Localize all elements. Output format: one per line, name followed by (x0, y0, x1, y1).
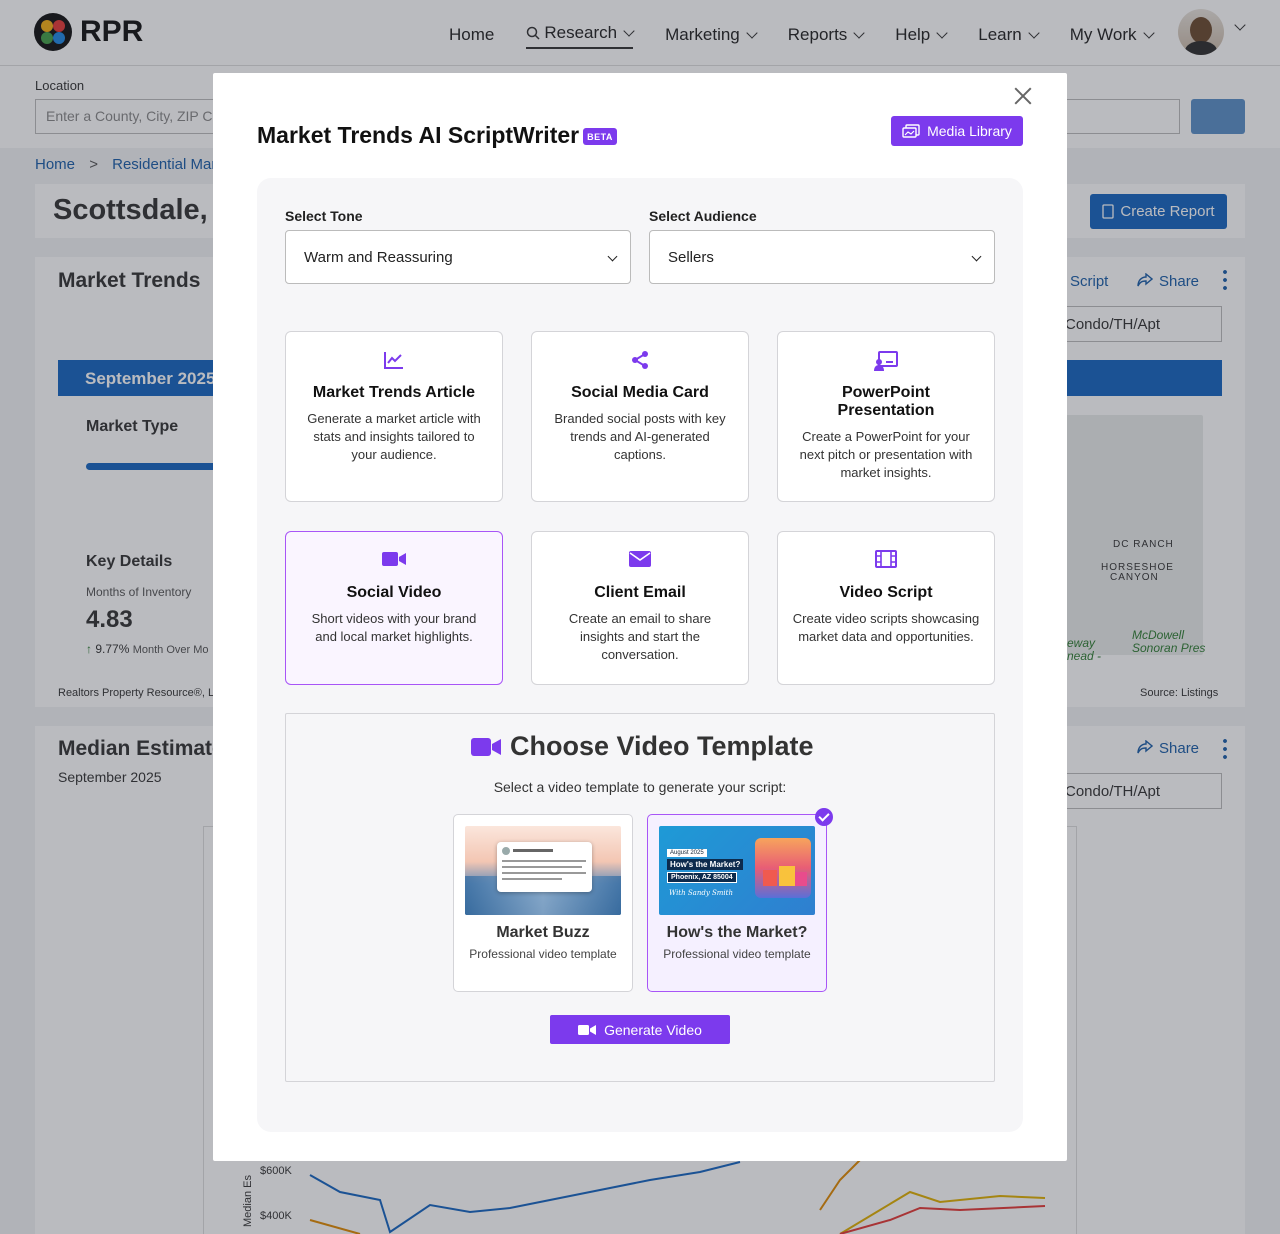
option-desc: Create a PowerPoint for your next pitch … (799, 429, 973, 480)
option-client-email[interactable]: Client Email Create an email to share in… (531, 531, 749, 685)
generate-video-label: Generate Video (604, 1021, 702, 1038)
modal-title: Market Trends AI ScriptWriter (257, 122, 580, 148)
presentation-icon (874, 351, 898, 371)
option-market-trends-article[interactable]: Market Trends Article Generate a market … (285, 331, 503, 502)
template-desc: Professional video template (469, 947, 617, 961)
video-camera-icon (471, 737, 501, 756)
close-icon[interactable] (1012, 85, 1034, 107)
media-library-label: Media Library (927, 123, 1012, 139)
option-title: Market Trends Article (312, 384, 476, 401)
template-name: How's the Market? (666, 924, 808, 941)
template-desc: Professional video template (663, 947, 811, 961)
thumb-date: August 2025 (667, 849, 707, 857)
generate-video-button[interactable]: Generate Video (550, 1015, 730, 1044)
option-desc: Create video scripts showcasing market d… (792, 611, 980, 644)
images-icon (902, 124, 920, 138)
option-desc: Short videos with your brand and local m… (311, 611, 477, 644)
option-title: Social Media Card (571, 384, 709, 401)
market-buzz-thumbnail (465, 826, 621, 915)
thumb-byline: With Sandy Smith (669, 889, 733, 897)
option-title: PowerPoint Presentation (837, 384, 935, 419)
hows-the-market-thumbnail: August 2025 How's the Market? Phoenix, A… (659, 826, 815, 915)
template-market-buzz[interactable]: Market Buzz Professional video template (453, 814, 633, 992)
selected-check-icon (815, 808, 833, 826)
audience-value: Sellers (668, 249, 714, 266)
option-video-script[interactable]: Video Script Create video scripts showca… (777, 531, 995, 685)
beta-badge: BETA (583, 128, 617, 145)
template-title: Choose Video Template (510, 731, 814, 761)
option-social-video[interactable]: Social Video Short videos with your bran… (285, 531, 503, 685)
audience-select[interactable]: Sellers (649, 230, 995, 284)
option-title: Social Video (346, 584, 442, 601)
template-hows-the-market[interactable]: August 2025 How's the Market? Phoenix, A… (647, 814, 827, 992)
template-subtitle: Select a video template to generate your… (493, 779, 787, 795)
chart-line-icon (384, 352, 403, 369)
tone-select[interactable]: Warm and Reassuring (285, 230, 631, 284)
option-title: Client Email (594, 584, 686, 601)
video-camera-icon (382, 552, 406, 566)
thumb-location: Phoenix, AZ 85004 (667, 872, 737, 883)
media-library-button[interactable]: Media Library (891, 116, 1023, 146)
option-desc: Create an email to share insights and st… (568, 611, 712, 662)
chevron-down-icon (607, 251, 618, 262)
option-social-media-card[interactable]: Social Media Card Branded social posts w… (531, 331, 749, 502)
envelope-icon (629, 551, 651, 567)
share-nodes-icon (632, 351, 648, 369)
video-camera-icon (578, 1024, 597, 1035)
option-title: Video Script (839, 584, 933, 601)
tone-label: Select Tone (285, 208, 363, 224)
audience-label: Select Audience (649, 208, 757, 224)
option-powerpoint-presentation[interactable]: PowerPoint Presentation Create a PowerPo… (777, 331, 995, 502)
thumb-title: How's the Market? (667, 859, 744, 870)
film-icon (875, 550, 897, 568)
template-heading: Choose Video Template (470, 731, 814, 762)
option-desc: Branded social posts with key trends and… (554, 411, 726, 462)
tone-value: Warm and Reassuring (304, 249, 453, 266)
chevron-down-icon (971, 251, 982, 262)
option-desc: Generate a market article with stats and… (307, 411, 481, 462)
template-name: Market Buzz (496, 924, 590, 941)
